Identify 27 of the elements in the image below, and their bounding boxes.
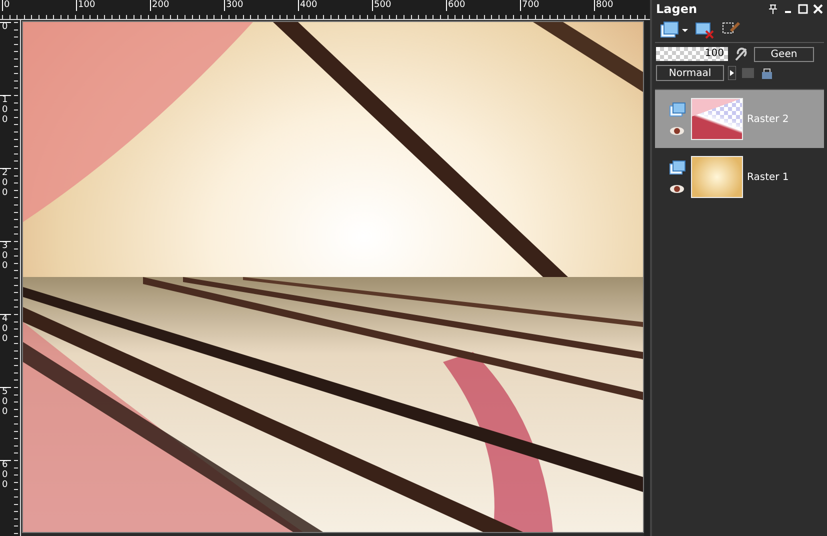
ruler-label: 700	[520, 0, 594, 11]
ruler-label: 200	[150, 0, 224, 11]
lock-icon[interactable]	[760, 66, 774, 80]
layer-thumbnail	[691, 156, 743, 198]
new-layer-icon[interactable]	[659, 21, 689, 39]
ruler-label: 400	[298, 0, 372, 11]
caret-icon[interactable]	[728, 66, 736, 80]
layer-row[interactable]: Raster 1	[655, 148, 824, 206]
maximize-icon[interactable]	[798, 4, 808, 14]
opacity-field[interactable]: 100	[656, 47, 728, 61]
eye-icon[interactable]	[669, 126, 685, 136]
ruler-label: 100	[76, 0, 150, 11]
layer-name: Raster 1	[747, 172, 789, 182]
delete-layer-icon[interactable]	[695, 21, 715, 39]
raster-layer-icon	[669, 160, 687, 176]
ruler-label: 500	[372, 0, 446, 11]
layer-name: Raster 2	[747, 114, 789, 124]
blend-mode-dropdown[interactable]: Normaal	[656, 65, 724, 81]
pin-icon[interactable]	[768, 4, 778, 14]
close-icon[interactable]	[813, 4, 823, 14]
ruler-label: 300	[224, 0, 298, 11]
ruler-label: 0	[2, 0, 76, 11]
raster-layer-icon	[669, 102, 687, 118]
eye-icon[interactable]	[669, 184, 685, 194]
layer-thumbnail	[691, 98, 743, 140]
ruler-label: 600	[446, 0, 520, 11]
mask-button[interactable]: Geen	[754, 46, 814, 62]
